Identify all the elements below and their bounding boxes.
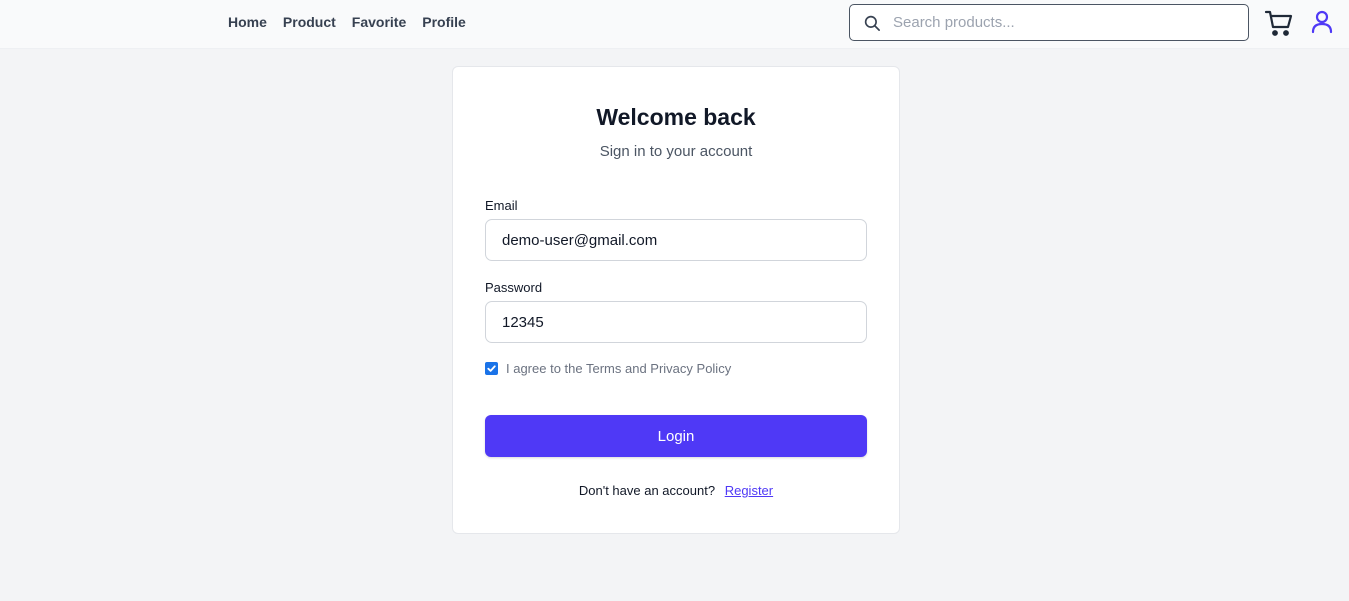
email-field[interactable] (485, 219, 867, 261)
login-card: Welcome back Sign in to your account Ema… (452, 66, 900, 534)
password-field[interactable] (485, 301, 867, 343)
nav-home-link[interactable]: Home (228, 14, 267, 30)
login-button[interactable]: Login (485, 415, 867, 457)
login-title: Welcome back (596, 104, 756, 130)
nav-profile-link[interactable]: Profile (422, 14, 466, 30)
register-prompt: Don't have an account? Register (453, 483, 899, 498)
top-navigation-bar: Home Product Favorite Profile (0, 0, 1349, 49)
email-label: Email (485, 198, 518, 213)
main-nav: Home Product Favorite Profile (228, 14, 466, 30)
password-label: Password (485, 280, 543, 295)
user-icon[interactable] (1311, 10, 1333, 34)
search-icon (863, 14, 881, 32)
login-subtitle: Sign in to your account (599, 143, 753, 160)
no-account-text: Don't have an account? (578, 483, 716, 498)
cart-icon[interactable] (1264, 9, 1294, 37)
search-input[interactable] (891, 13, 1221, 32)
nav-product-link[interactable]: Product (283, 14, 336, 30)
nav-favorite-link[interactable]: Favorite (352, 14, 406, 30)
terms-checkbox[interactable] (485, 362, 498, 375)
search-bar[interactable] (849, 4, 1249, 41)
register-link[interactable]: Register (725, 483, 773, 498)
terms-agreement: I agree to the Terms and Privacy Policy (485, 361, 731, 376)
terms-label: I agree to the Terms and Privacy Policy (506, 361, 732, 376)
